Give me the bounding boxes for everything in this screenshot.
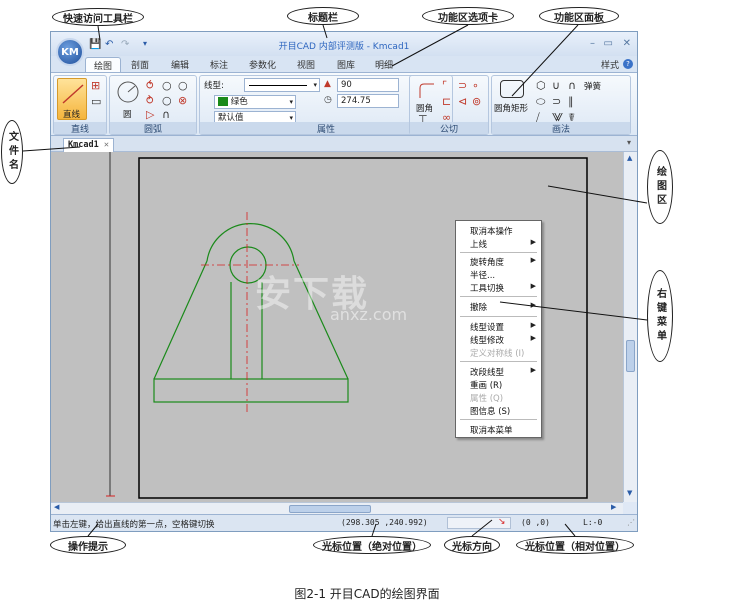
callout-leaders [22, 24, 648, 537]
